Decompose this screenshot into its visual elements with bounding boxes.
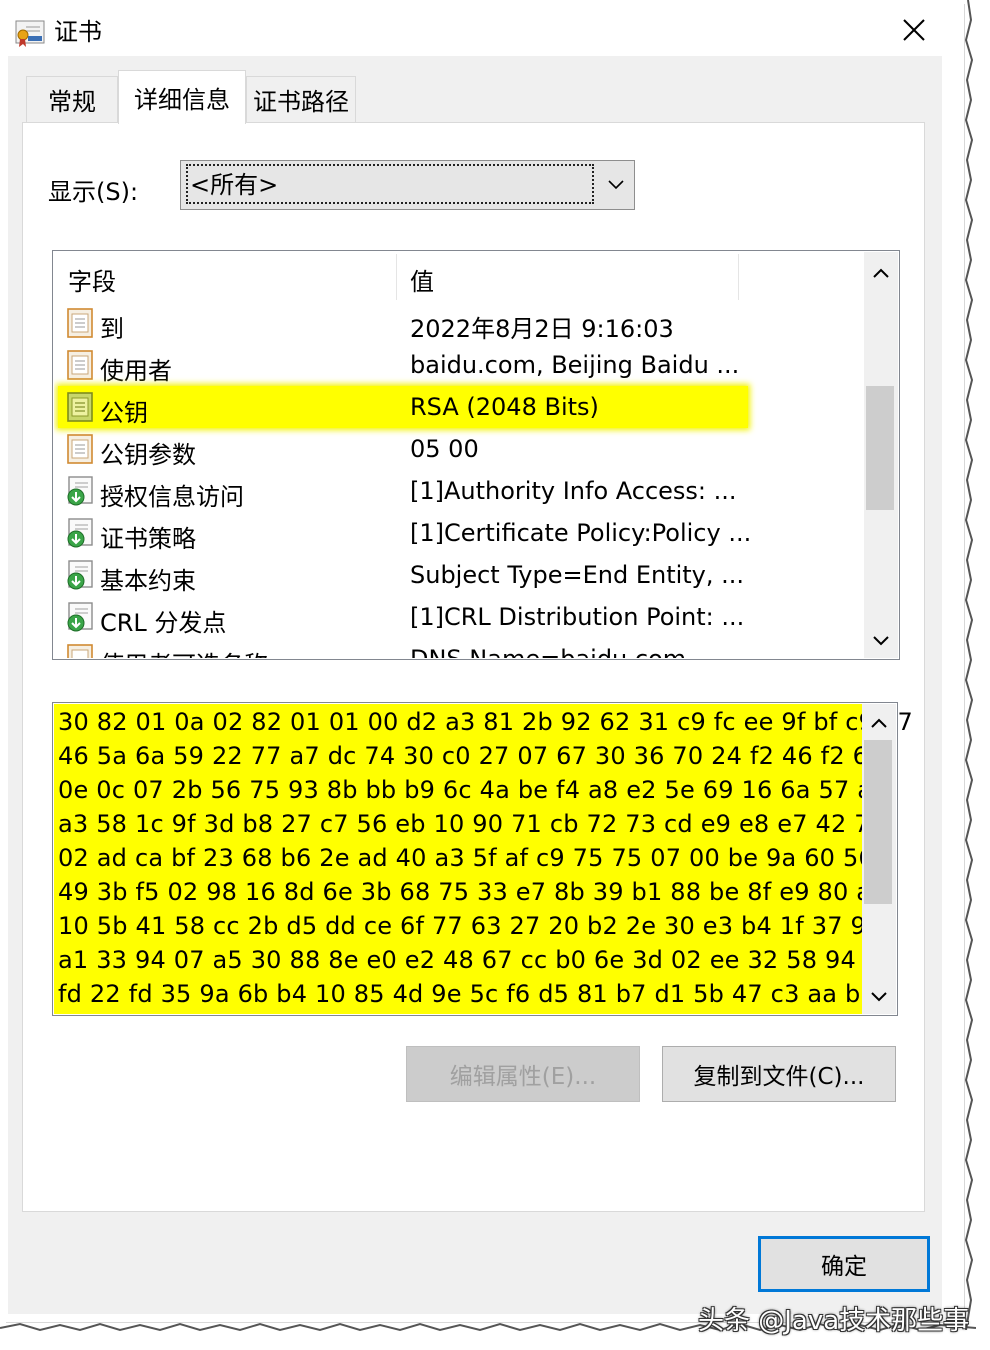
copy-to-file-button[interactable]: 复制到文件(C)...	[662, 1046, 896, 1102]
field-name: 基本约束	[100, 567, 196, 595]
scroll-down-button[interactable]	[866, 626, 896, 656]
hex-line: 02 ad ca bf 23 68 b6 2e ad 40 a3 5f af c…	[58, 844, 874, 872]
extension-download-icon	[67, 476, 93, 506]
field-name: 授权信息访问	[100, 483, 244, 511]
scroll-thumb[interactable]	[866, 386, 894, 510]
chevron-down-icon	[608, 180, 624, 190]
close-button[interactable]	[896, 12, 932, 48]
scroll-up-button[interactable]	[864, 708, 894, 738]
property-page-icon	[67, 392, 93, 422]
extension-download-icon	[67, 518, 93, 548]
extension-download-icon	[67, 602, 93, 632]
list-item[interactable]: 授权信息访问 [1]Authority Info Access: ...	[58, 470, 748, 512]
hex-line: 30 82 01 0a 02 82 01 01 00 d2 a3 81 2b 9…	[58, 708, 913, 736]
hex-line: 46 5a 6a 59 22 77 a7 dc 74 30 c0 27 07 6…	[58, 742, 882, 770]
tab-general[interactable]: 常规	[26, 76, 118, 122]
hex-line: a3 58 1c 9f 3d b8 27 c7 56 eb 10 90 71 c…	[58, 810, 886, 838]
field-value: [1]Certificate Policy:Policy ...	[410, 519, 752, 547]
property-page-icon	[67, 350, 93, 380]
ok-button[interactable]: 确定	[758, 1236, 930, 1292]
field-name: 到	[100, 315, 124, 343]
property-page-icon	[67, 644, 93, 658]
field-name: CRL 分发点	[100, 609, 227, 637]
field-value: [1]Authority Info Access: ...	[410, 477, 737, 505]
field-value: RSA (2048 Bits)	[410, 393, 599, 421]
column-header-value[interactable]: 值	[410, 262, 434, 297]
field-value: 2022年8月2日 9:16:03	[410, 315, 674, 343]
list-item[interactable]: 使用者 baidu.com, Beijing Baidu ...	[58, 344, 748, 386]
field-value: baidu.com, Beijing Baidu ...	[410, 351, 740, 379]
extension-download-icon	[67, 560, 93, 590]
list-item[interactable]: 公钥参数 05 00	[58, 428, 748, 470]
field-name: 公钥	[100, 399, 148, 427]
column-header-field[interactable]: 字段	[68, 262, 116, 297]
window-title: 证书	[54, 18, 102, 46]
chevron-down-icon	[873, 636, 889, 646]
watermark: 头条 @Java技术那些事	[698, 1306, 970, 1336]
show-label: 显示(S):	[48, 178, 139, 206]
chevron-down-icon	[871, 992, 887, 1002]
scroll-up-button[interactable]	[866, 258, 896, 288]
property-page-icon	[67, 308, 93, 338]
tab-details[interactable]: 详细信息	[118, 70, 246, 124]
show-select-arrow[interactable]	[600, 168, 632, 202]
field-value: [1]CRL Distribution Point: ...	[410, 603, 745, 631]
property-page-icon	[67, 434, 93, 464]
hex-line: a1 33 94 07 a5 30 88 8e e0 e2 48 67 cc b…	[58, 946, 888, 974]
list-item[interactable]: 使用者可选名称 DNS Name=baidu.com	[58, 638, 748, 658]
list-item[interactable]: 基本约束 Subject Type=End Entity, ...	[58, 554, 748, 596]
list-item[interactable]: CRL 分发点 [1]CRL Distribution Point: ...	[58, 596, 748, 638]
close-icon	[903, 19, 925, 41]
field-value: Subject Type=End Entity, ...	[410, 561, 745, 589]
list-item-selected[interactable]: 公钥 RSA (2048 Bits)	[58, 386, 748, 428]
edit-properties-button[interactable]: 编辑属性(E)...	[406, 1046, 640, 1102]
chevron-up-icon	[873, 268, 889, 278]
scroll-thumb[interactable]	[864, 740, 892, 904]
show-select-value: <所有>	[186, 164, 594, 204]
scroll-down-button[interactable]	[864, 982, 894, 1012]
field-value: 05 00	[410, 435, 479, 463]
fields-list-body: 到 2022年8月2日 9:16:03 使用者 baidu.com, Beiji…	[54, 300, 862, 658]
field-name: 证书策略	[100, 525, 196, 553]
tab-certification-path[interactable]: 证书路径	[246, 76, 356, 122]
field-name: 使用者可选名称	[100, 645, 268, 658]
field-name: 公钥参数	[100, 441, 196, 469]
certificate-icon	[15, 20, 45, 47]
list-item[interactable]: 证书策略 [1]Certificate Policy:Policy ...	[58, 512, 752, 554]
field-value: DNS Name=baidu.com	[410, 645, 686, 658]
hex-line: 10 5b 41 58 cc 2b d5 dd ce 6f 77 63 27 2…	[58, 912, 882, 940]
list-item[interactable]: 到 2022年8月2日 9:16:03	[58, 302, 748, 344]
hex-line: 0e 0c 07 2b 56 75 93 8b bb b9 6c 4a be f…	[58, 776, 888, 804]
chevron-up-icon	[871, 718, 887, 728]
hex-line: fd 22 fd 35 9a 6b b4 10 85 4d 9e 5c f6 d…	[58, 980, 876, 1008]
hex-line: 49 3b f5 02 98 16 8d 6e 3b 68 75 33 e7 8…	[58, 878, 887, 906]
column-separator[interactable]	[738, 254, 739, 300]
field-name: 使用者	[100, 357, 172, 385]
column-separator[interactable]	[396, 254, 397, 300]
